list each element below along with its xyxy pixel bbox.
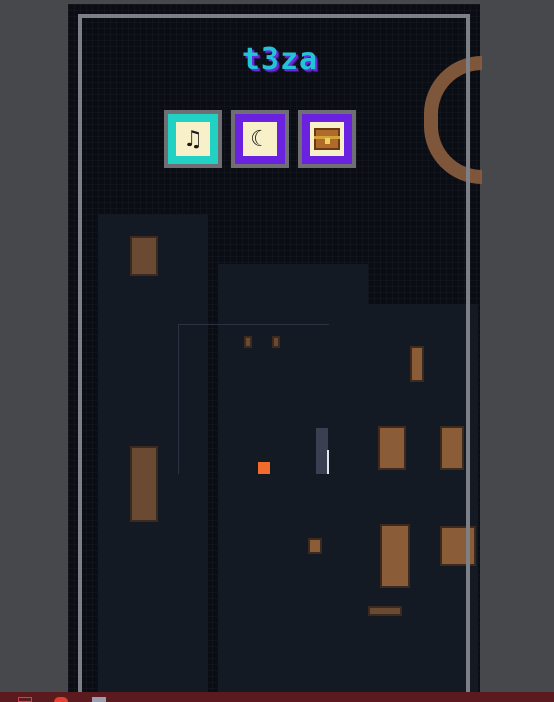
moon-glyph: ☾ — [250, 126, 270, 152]
taskbar — [0, 692, 554, 702]
music-toggle-button[interactable]: ♫ — [164, 110, 222, 168]
window — [410, 346, 424, 382]
game-title: t3za — [241, 42, 319, 77]
paddle-highlight — [327, 450, 329, 474]
music-muted-icon: ♫ — [176, 122, 210, 156]
door — [130, 446, 158, 522]
chest-shape — [314, 128, 340, 150]
ball — [258, 462, 270, 474]
window — [368, 606, 402, 616]
window — [130, 236, 158, 276]
window — [378, 426, 406, 470]
taskbar-icon[interactable] — [92, 697, 106, 702]
music-note-glyph: ♫ — [183, 126, 203, 152]
window — [308, 538, 322, 554]
taskbar-icon[interactable] — [18, 697, 32, 702]
window — [440, 426, 464, 470]
night-mode-button[interactable]: ☾ — [231, 110, 289, 168]
window — [440, 526, 476, 566]
door — [380, 524, 410, 588]
play-area — [178, 324, 329, 474]
treasure-chest-icon — [310, 122, 344, 156]
treasure-button[interactable] — [298, 110, 356, 168]
moon-icon: ☾ — [243, 122, 277, 156]
taskbar-icon[interactable] — [54, 697, 68, 702]
